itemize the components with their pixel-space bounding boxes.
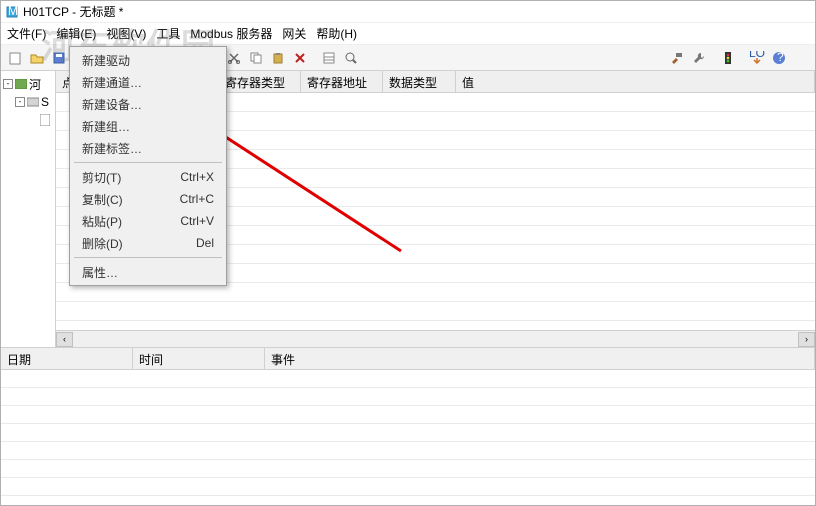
ctx-shortcut: Ctrl+C <box>180 192 214 206</box>
table-row <box>1 406 815 424</box>
table-row <box>56 302 815 321</box>
tree-root-label: 河 <box>29 76 41 93</box>
ctx-paste[interactable]: 粘贴(P) Ctrl+V <box>72 210 224 232</box>
tool-save-icon[interactable] <box>49 48 69 68</box>
menu-file[interactable]: 文件(F) <box>7 25 46 42</box>
ctx-separator <box>74 257 222 258</box>
horizontal-scrollbar[interactable]: ‹ › <box>56 330 815 347</box>
col-data-type[interactable]: 数据类型 <box>383 71 456 92</box>
table-row <box>1 478 815 496</box>
ctx-new-channel[interactable]: 新建通道… <box>72 71 224 93</box>
col-reg-addr[interactable]: 寄存器地址 <box>301 71 383 92</box>
scroll-right-icon[interactable]: › <box>798 332 815 347</box>
ctx-new-driver[interactable]: 新建驱动 <box>72 49 224 71</box>
table-row <box>1 388 815 406</box>
ctx-label: 属性… <box>82 264 118 281</box>
tool-zoom-icon[interactable] <box>341 48 361 68</box>
ctx-new-device[interactable]: 新建设备… <box>72 93 224 115</box>
tool-cut-icon[interactable] <box>224 48 244 68</box>
svg-text:?: ? <box>777 51 784 64</box>
tool-load-icon[interactable]: LOAD <box>747 48 767 68</box>
ctx-label: 复制(C) <box>82 191 123 208</box>
log-col-time[interactable]: 时间 <box>133 348 265 369</box>
menu-gateway[interactable]: 网关 <box>282 25 306 42</box>
ctx-label: 新建标签… <box>82 140 142 157</box>
tool-paste-icon[interactable] <box>268 48 288 68</box>
device-icon <box>27 96 39 108</box>
folder-icon <box>15 78 27 90</box>
col-value[interactable]: 值 <box>456 71 815 92</box>
ctx-delete[interactable]: 删除(D) Del <box>72 232 224 254</box>
ctx-new-group[interactable]: 新建组… <box>72 115 224 137</box>
doc-icon <box>39 114 51 126</box>
ctx-shortcut: Del <box>196 236 214 250</box>
log-header: 日期 时间 事件 <box>1 348 815 370</box>
tool-props-icon[interactable] <box>319 48 339 68</box>
ctx-label: 新建驱动 <box>82 52 130 69</box>
scroll-left-icon[interactable]: ‹ <box>56 332 73 347</box>
ctx-label: 新建设备… <box>82 96 142 113</box>
tool-hammer-icon[interactable] <box>667 48 687 68</box>
log-area: 日期 时间 事件 <box>1 347 815 505</box>
tree-pane: - 河 - S <box>1 71 56 347</box>
table-row <box>1 370 815 388</box>
tree-leaf-icon <box>27 115 37 125</box>
menu-modbus[interactable]: Modbus 服务器 <box>190 25 272 42</box>
ctx-shortcut: Ctrl+V <box>180 214 214 228</box>
tool-new-icon[interactable] <box>5 48 25 68</box>
ctx-label: 剪切(T) <box>82 169 121 186</box>
ctx-label: 删除(D) <box>82 235 123 252</box>
tree-child-2[interactable] <box>3 111 53 129</box>
tool-copy-icon[interactable] <box>246 48 266 68</box>
tool-delete-icon[interactable] <box>290 48 310 68</box>
ctx-separator <box>74 162 222 163</box>
log-col-date[interactable]: 日期 <box>1 348 133 369</box>
ctx-label: 新建组… <box>82 118 130 135</box>
tool-open-icon[interactable] <box>27 48 47 68</box>
tree-root[interactable]: - 河 <box>3 75 53 93</box>
tree-child-1-label: S <box>41 95 49 109</box>
ctx-shortcut: Ctrl+X <box>180 170 214 184</box>
tool-traffic-icon[interactable] <box>718 48 738 68</box>
ctx-copy[interactable]: 复制(C) Ctrl+C <box>72 188 224 210</box>
log-body[interactable] <box>1 370 815 490</box>
menu-tools[interactable]: 工具 <box>156 25 180 42</box>
table-row <box>1 442 815 460</box>
ctx-label: 新建通道… <box>82 74 142 91</box>
ctx-new-tag[interactable]: 新建标签… <box>72 137 224 159</box>
tree-collapse-icon[interactable]: - <box>3 79 13 89</box>
log-col-event[interactable]: 事件 <box>265 348 815 369</box>
tree-collapse-icon[interactable]: - <box>15 97 25 107</box>
ctx-cut[interactable]: 剪切(T) Ctrl+X <box>72 166 224 188</box>
ctx-label: 粘贴(P) <box>82 213 122 230</box>
title-bar: M H01TCP - 无标题 * <box>1 1 815 23</box>
menu-view[interactable]: 视图(V) <box>106 25 146 42</box>
menu-bar: 文件(F) 编辑(E) 视图(V) 工具 Modbus 服务器 网关 帮助(H) <box>1 23 815 45</box>
ctx-properties[interactable]: 属性… <box>72 261 224 283</box>
table-row <box>1 424 815 442</box>
table-row <box>1 460 815 478</box>
context-menu: 新建驱动 新建通道… 新建设备… 新建组… 新建标签… 剪切(T)Ctrl+X … <box>69 46 227 286</box>
tool-help-icon[interactable]: ? <box>769 48 789 68</box>
menu-help[interactable]: 帮助(H) <box>316 25 357 42</box>
tree-child-1[interactable]: - S <box>3 93 53 111</box>
svg-text:M: M <box>8 6 18 18</box>
col-reg-type[interactable]: 寄存器类型 <box>219 71 301 92</box>
menu-edit[interactable]: 编辑(E) <box>56 25 96 42</box>
tool-wrench-icon[interactable] <box>689 48 709 68</box>
window-title: H01TCP - 无标题 * <box>23 3 123 20</box>
app-icon: M <box>5 5 19 19</box>
